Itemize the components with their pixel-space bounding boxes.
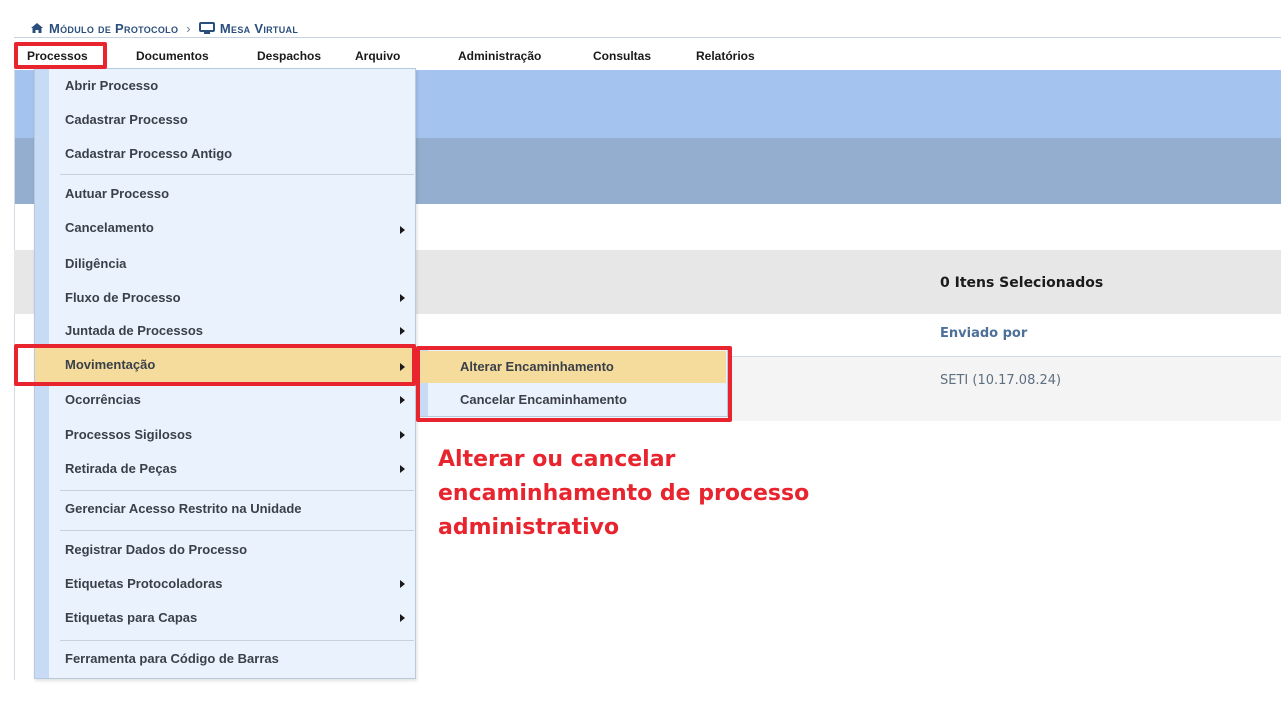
menu-item-autuar-processo[interactable]: Autuar Processo <box>65 186 169 201</box>
breadcrumb-current: Mesa Virtual <box>219 20 299 36</box>
submenu-arrow-icon <box>400 226 405 234</box>
menu-item-etiquetas-protocoladoras[interactable]: Etiquetas Protocoladoras <box>65 576 222 591</box>
menu-item-diligencia[interactable]: Diligência <box>65 256 126 271</box>
home-icon <box>30 22 44 34</box>
callout-box-movimentacao <box>14 344 416 386</box>
submenu-arrow-icon <box>400 431 405 439</box>
table-cell-enviado-por: SETI (10.17.08.24) <box>940 373 1062 388</box>
selected-count: 0 Itens Selecionados <box>940 275 1104 291</box>
menu-item-cancelamento[interactable]: Cancelamento <box>65 220 154 235</box>
menu-consultas[interactable]: Consultas <box>593 49 651 63</box>
menu-item-ocorrencias[interactable]: Ocorrências <box>65 392 141 407</box>
menu-relatorios[interactable]: Relatórios <box>696 49 755 63</box>
column-header-enviado-por[interactable]: Enviado por <box>940 326 1027 341</box>
menu-arquivo[interactable]: Arquivo <box>355 49 400 63</box>
submenu-arrow-icon <box>400 614 405 622</box>
menu-item-juntada-de-processos[interactable]: Juntada de Processos <box>65 323 203 338</box>
submenu-arrow-icon <box>400 327 405 335</box>
submenu-arrow-icon <box>400 465 405 473</box>
menu-separator <box>60 530 414 531</box>
submenu-arrow-icon <box>400 396 405 404</box>
breadcrumb: Módulo de Protocolo › Mesa Virtual <box>30 18 298 38</box>
menu-separator <box>60 640 414 641</box>
menu-administracao[interactable]: Administração <box>458 49 541 63</box>
menu-separator <box>60 490 414 491</box>
menu-item-ferramenta-codigo-de-barras[interactable]: Ferramenta para Código de Barras <box>65 651 279 666</box>
menu-item-retirada-de-pecas[interactable]: Retirada de Peças <box>65 461 177 476</box>
menu-item-fluxo-de-processo[interactable]: Fluxo de Processo <box>65 290 181 305</box>
menu-item-abrir-processo[interactable]: Abrir Processo <box>65 78 158 93</box>
submenu-arrow-icon <box>400 294 405 302</box>
menu-despachos[interactable]: Despachos <box>257 49 321 63</box>
menu-bar: Processos Documentos Despachos Arquivo A… <box>14 46 1281 68</box>
menu-item-registrar-dados-do-processo[interactable]: Registrar Dados do Processo <box>65 542 247 557</box>
menu-documentos[interactable]: Documentos <box>136 49 209 63</box>
monitor-icon <box>198 21 215 35</box>
menu-item-cadastrar-processo[interactable]: Cadastrar Processo <box>65 112 188 127</box>
menu-separator <box>60 174 414 175</box>
callout-box-submenu <box>416 346 732 422</box>
submenu-arrow-icon <box>400 580 405 588</box>
breadcrumb-module[interactable]: Módulo de Protocolo <box>49 21 178 36</box>
divider <box>14 37 1281 38</box>
app-window: Módulo de Protocolo › Mesa Virtual Proce… <box>0 0 1281 702</box>
menu-item-processos-sigilosos[interactable]: Processos Sigilosos <box>65 427 192 442</box>
menu-item-gerenciar-acesso-restrito[interactable]: Gerenciar Acesso Restrito na Unidade <box>65 501 302 516</box>
callout-box-processos <box>14 42 107 69</box>
breadcrumb-separator: › <box>186 20 191 36</box>
menu-item-etiquetas-para-capas[interactable]: Etiquetas para Capas <box>65 610 197 625</box>
menu-item-cadastrar-processo-antigo[interactable]: Cadastrar Processo Antigo <box>65 146 232 161</box>
annotation-text: Alterar ou cancelar encaminhamento de pr… <box>438 447 810 540</box>
